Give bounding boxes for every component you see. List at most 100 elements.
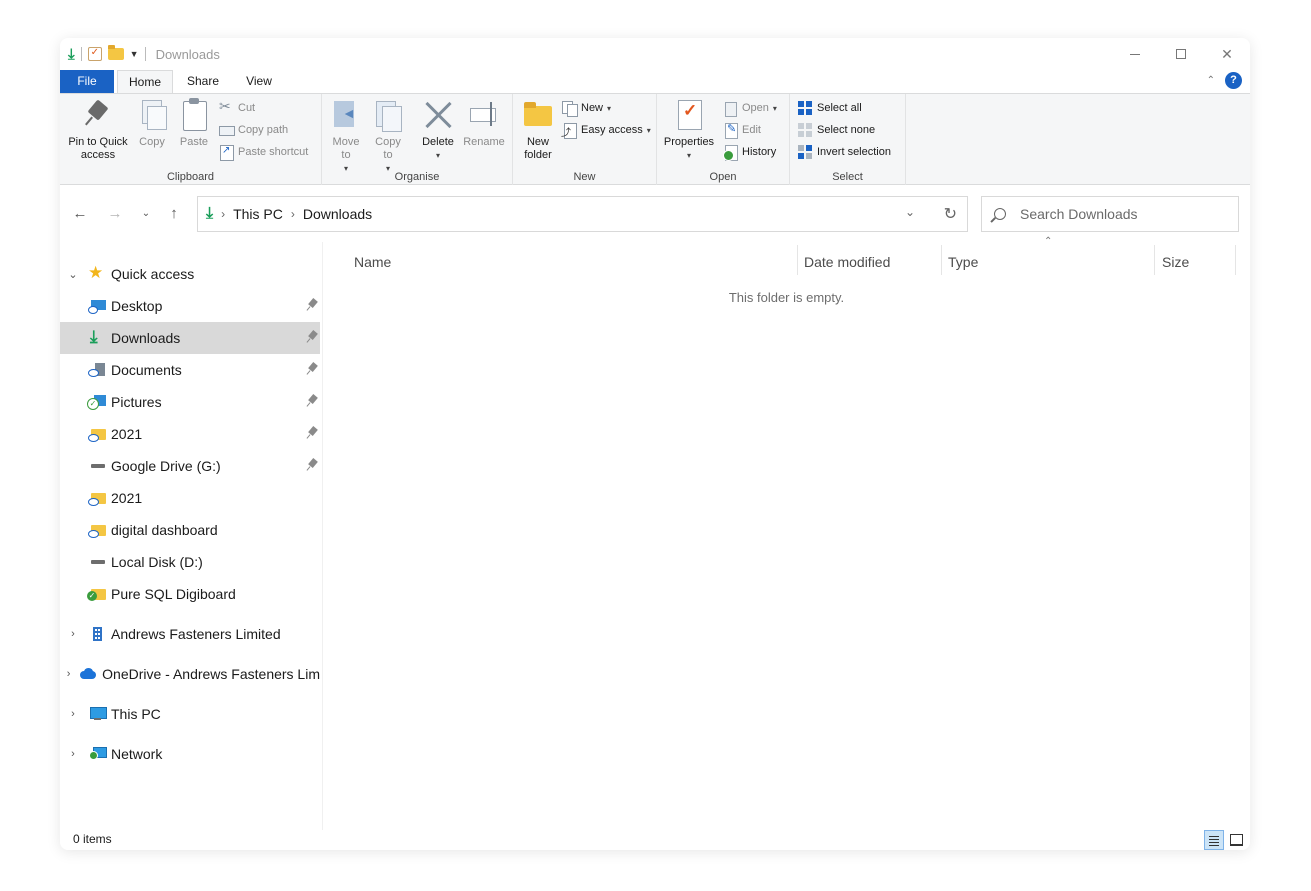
breadcrumb-this-pc[interactable]: This PC [233, 206, 283, 222]
pin-icon [308, 299, 316, 311]
toolbar-divider [80, 47, 82, 61]
nav-item-onedrive[interactable]: › OneDrive - Andrews Fasteners Lim [60, 658, 320, 690]
copy-path-button[interactable]: Copy path [218, 121, 288, 139]
column-divider[interactable] [1154, 245, 1155, 275]
breadcrumb-downloads[interactable]: Downloads [303, 206, 372, 222]
select-none-button[interactable]: Select none [797, 121, 875, 139]
address-dropdown-icon[interactable]: ⌄ [905, 205, 915, 219]
copy-to-label: Copy to [375, 136, 401, 161]
clipboard-group: Pin to Quick access Copy Paste Cut Copy … [60, 94, 322, 185]
expand-chevron-icon[interactable]: › [66, 748, 80, 760]
delete-button[interactable]: Delete ▾ [418, 98, 458, 162]
new-item-button[interactable]: New ▾ [561, 99, 611, 117]
address-bar[interactable]: ⤓ › This PC › Downloads ⌄ ↻ [197, 196, 968, 232]
new-folder-button[interactable]: New folder [519, 98, 557, 162]
nav-item-2021[interactable]: 2021 [60, 482, 320, 514]
window-title: Downloads [155, 46, 220, 62]
close-icon: ✕ [1221, 45, 1233, 62]
up-button[interactable]: ↑ [164, 204, 184, 224]
pin-icon [308, 363, 316, 375]
column-divider[interactable] [1235, 245, 1236, 275]
copy-button[interactable]: Copy [134, 98, 170, 149]
nav-item-this-pc[interactable]: › This PC [60, 698, 320, 730]
refresh-icon[interactable]: ↻ [944, 204, 957, 224]
search-icon [994, 208, 1006, 220]
rename-button[interactable]: Rename [460, 98, 508, 149]
tab-view[interactable]: View [232, 70, 286, 93]
status-bar: 0 items [60, 830, 1250, 850]
nav-item-pure-sql-digiboard[interactable]: Pure SQL Digiboard [60, 578, 320, 610]
nav-item-downloads[interactable]: Downloads [60, 322, 320, 354]
expand-chevron-icon[interactable]: › [66, 628, 80, 640]
open-dropdown-icon: ▾ [772, 103, 777, 113]
nav-item-quick-access[interactable]: ⌄ Quick access [60, 258, 320, 290]
forward-button[interactable]: → [105, 204, 125, 224]
pin-to-quick-access-button[interactable]: Pin to Quick access [64, 98, 132, 162]
nav-item-2021[interactable]: 2021 [60, 418, 320, 450]
minimize-button[interactable] [1112, 38, 1158, 70]
edit-button[interactable]: Edit [722, 121, 761, 139]
select-all-button[interactable]: Select all [797, 99, 862, 117]
copy-path-icon [218, 122, 235, 138]
search-box[interactable] [981, 196, 1239, 232]
new-folder-icon[interactable] [107, 45, 124, 60]
invert-selection-icon [797, 144, 813, 160]
maximize-button[interactable] [1158, 38, 1204, 70]
tab-home[interactable]: Home [117, 70, 173, 94]
new-folder-label: New folder [524, 136, 552, 161]
paste-button[interactable]: Paste [176, 98, 212, 149]
network-icon [88, 746, 107, 762]
search-input[interactable] [1020, 206, 1220, 222]
maximize-icon [1176, 49, 1186, 59]
expand-chevron-icon[interactable]: ⌄ [66, 268, 80, 281]
help-icon[interactable]: ? [1225, 72, 1242, 89]
tab-file[interactable]: File [60, 70, 114, 93]
history-button[interactable]: History [722, 143, 776, 161]
paste-shortcut-icon [218, 144, 234, 161]
rename-label: Rename [463, 136, 505, 148]
folder-icon [88, 426, 106, 442]
customize-toolbar-dropdown-icon[interactable]: ▼ [130, 49, 139, 59]
expand-chevron-icon[interactable]: › [66, 668, 71, 680]
open-group: Properties ▾ Open ▾ Edit History Open [657, 94, 790, 185]
paste-shortcut-button[interactable]: Paste shortcut [218, 143, 308, 161]
desktop-icon [88, 298, 106, 314]
folder-icon [88, 490, 106, 506]
properties-icon[interactable] [87, 47, 102, 61]
expand-chevron-icon[interactable]: › [66, 708, 80, 720]
nav-item-label: Pictures [111, 394, 162, 410]
quick-access-toolbar: ⤓ ▼ Downloads [60, 45, 220, 62]
copy-to-button[interactable]: Copy to ▾ [370, 98, 406, 175]
toolbar-divider [144, 47, 146, 61]
nav-item-desktop[interactable]: Desktop [60, 290, 320, 322]
column-header-name[interactable]: Name [348, 249, 792, 275]
pc-icon [88, 706, 107, 722]
invert-selection-button[interactable]: Invert selection [797, 143, 891, 161]
column-header-size[interactable]: Size [1156, 249, 1234, 275]
nav-item-network[interactable]: › Network [60, 738, 320, 770]
close-button[interactable]: ✕ [1204, 38, 1250, 70]
large-icons-view-button[interactable] [1226, 830, 1246, 850]
details-view-button[interactable] [1204, 830, 1224, 850]
nav-item-google-drive[interactable]: Google Drive (G:) [60, 450, 320, 482]
cut-button[interactable]: Cut [218, 98, 255, 117]
recent-locations-button[interactable]: ⌄ [136, 204, 156, 224]
properties-button[interactable]: Properties ▾ [661, 98, 717, 162]
invert-selection-label: Invert selection [817, 146, 891, 158]
column-header-type[interactable]: Type [942, 249, 1153, 275]
nav-item-andrews-fasteners[interactable]: › Andrews Fasteners Limited [60, 618, 320, 650]
easy-access-button[interactable]: Easy access ▾ [561, 121, 651, 139]
paste-label: Paste [179, 136, 209, 148]
nav-item-digital-dashboard[interactable]: digital dashboard [60, 514, 320, 546]
nav-item-pictures[interactable]: Pictures [60, 386, 320, 418]
column-header-date-modified[interactable]: Date modified [798, 249, 940, 275]
tab-share[interactable]: Share [178, 70, 228, 93]
pin-icon [308, 427, 316, 439]
back-button[interactable]: ← [70, 204, 90, 224]
properties-label: Properties [663, 136, 715, 148]
minimize-ribbon-icon[interactable]: ⌃ [1207, 75, 1215, 86]
nav-item-documents[interactable]: Documents [60, 354, 320, 386]
open-button[interactable]: Open ▾ [722, 99, 777, 117]
nav-item-local-disk[interactable]: Local Disk (D:) [60, 546, 320, 578]
move-to-button[interactable]: Move to ▾ [328, 98, 364, 175]
